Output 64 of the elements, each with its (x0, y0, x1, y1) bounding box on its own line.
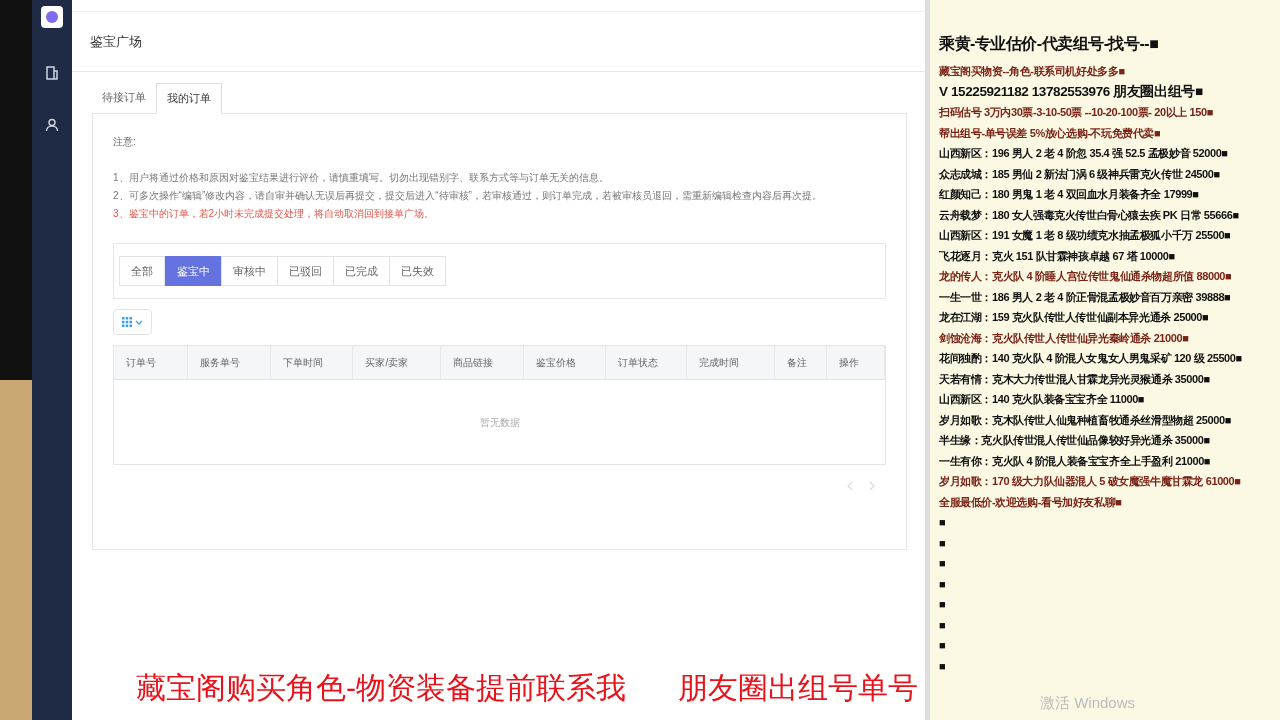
notepad-line: 剑蚀沧海：克火队传世人传世仙异光秦岭通杀 21000■ (939, 330, 1190, 346)
column-header: 服务单号 (187, 346, 271, 379)
notepad-line: 众志成城：185 男仙 2 新法门涡 6 级神兵雷克火传世 24500■ (939, 166, 1221, 182)
column-header: 订单状态 (605, 346, 688, 379)
grid-icon (122, 317, 132, 327)
notepad-line: 龙的传人：克火队 4 阶睡人宫位传世鬼仙通杀物超所值 88000■ (939, 269, 1233, 284)
os-notice: 激活 Windows (1040, 693, 1136, 713)
building-icon[interactable] (45, 66, 59, 80)
notepad-line: V 15225921182 13782553976 朋友圈出组号■ (939, 82, 1204, 101)
column-header: 操作 (827, 346, 885, 379)
column-header: 买家/卖家 (353, 346, 442, 379)
user-icon[interactable] (45, 118, 59, 132)
notice-heading: 注意: (113, 135, 137, 149)
column-header: 备注 (775, 346, 828, 379)
column-header: 订单号 (114, 346, 188, 379)
notepad-line: ■ (939, 576, 947, 592)
notepad-line: 红颜知己：180 男鬼 1 老 4 双回血水月装备齐全 17999■ (939, 187, 1200, 202)
notepad-line: 山西新区：140 克火队装备宝宝齐全 11000■ (939, 392, 1146, 407)
empty-text: 暂无数据 (479, 415, 520, 430)
column-header: 鉴宝价格 (523, 346, 606, 379)
tab[interactable]: 我的订单 (156, 83, 222, 114)
notepad-line: ■ (939, 556, 947, 571)
page-title: 鉴宝广场 (90, 32, 142, 51)
caption-text: 朋友圈出组号单号 (678, 670, 918, 706)
notepad-line: ■ (939, 535, 947, 551)
filter-button[interactable]: 已失效 (389, 256, 446, 286)
notepad-line: 天若有情：克木大力传世混人甘霖龙异光灵猴通杀 35000■ (939, 371, 1211, 387)
notice-text: 2、可多次操作“编辑”修改内容，请自审并确认无误后再提交，提交后进入“待审核”，若审核通过，则订单完成，若被审核员退回，需重新编辑检查内容后再次提。 (113, 189, 823, 203)
filter-button[interactable]: 审核中 (221, 256, 278, 286)
notepad-line: 岁月如歌：170 级大力队仙器混人 5 破女魔强牛魔甘霖龙 61000■ (939, 474, 1242, 489)
filter-button[interactable]: 鉴宝中 (165, 256, 222, 286)
notepad-line: 半生缘：克火队传世混人传世仙品像较好异光通杀 35000■ (939, 433, 1211, 448)
notepad-line: 飞花逐月：克火 151 队甘霖神孩卓越 67 塔 10000■ (939, 248, 1176, 264)
logo-icon (41, 6, 63, 28)
notepad-line: ■ (939, 658, 947, 674)
notepad-line: 一生一世：186 男人 2 老 4 阶正骨混孟极妙音百万亲密 39888■ (939, 289, 1232, 305)
column-header: 商品链接 (441, 346, 524, 379)
notepad-line: 扫码估号 3万内30票-3-10-50票 --10-20-100票- 20以上 150■ (939, 105, 1214, 120)
notepad-line: 龙在江湖：159 克火队传世人传世仙副本异光通杀 25000■ (939, 310, 1210, 325)
tab[interactable]: 待接订单 (92, 82, 156, 113)
filter-button[interactable]: 已完成 (333, 256, 390, 286)
notepad-line: ■ (939, 617, 947, 633)
notepad-line: ■ (939, 638, 947, 653)
notepad-line: 山西新区：191 女魔 1 老 8 级功绩克水抽孟极狐小千万 25500■ (939, 228, 1232, 243)
notepad-line: 云舟载梦：180 女人强毒克火传世白骨心猿去疾 PK 日常 55666■ (939, 207, 1240, 223)
notepad-line: ■ (939, 515, 947, 530)
notepad-line: 帮出组号-单号误差 5%放心选购-不玩免费代卖■ (939, 125, 1162, 141)
notepad-line: 全服最低价-欢迎选购-看号加好友私聊■ (939, 494, 1123, 510)
notepad-line: 岁月如歌：克木队传世人仙鬼种植畜牧通杀丝滑型物超 25000■ (939, 412, 1232, 428)
notepad-line: 一生有你：克火队 4 阶混人装备宝宝齐全上手盈利 21000■ (939, 453, 1212, 469)
notice-text: 1、用户将通过价格和原因对鉴宝结果进行评价，请慎重填写。切勿出现错别字、联系方式等与订单无关的信息。 (113, 171, 610, 185)
notepad-title: 乘黄-专业估价-代卖组号-找号--■ (939, 34, 1160, 54)
notepad-line: 山西新区：196 男人 2 老 4 阶忽 35.4 强 52.5 孟极妙音 52000■ (939, 146, 1229, 161)
notepad-line: 花间独酌：140 克火队 4 阶混人女鬼女人男鬼采矿 120 级 25500■ (939, 351, 1243, 366)
caption-text: 藏宝阁购买角色-物资装备提前联系我 (136, 670, 626, 706)
filter-button[interactable]: 已驳回 (277, 256, 334, 286)
notice-text: 3、鉴宝中的订单，若2小时未完成提交处理，将自动取消回到接单广场。 (113, 207, 436, 221)
column-header: 下单时间 (270, 346, 354, 379)
column-toggle-button[interactable] (113, 309, 152, 335)
chevron-down-icon (135, 319, 143, 325)
filter-button[interactable]: 全部 (119, 256, 165, 286)
notepad-line: ■ (939, 597, 947, 612)
column-header: 完成时间 (687, 346, 776, 379)
notepad-line: 藏宝阁买物资--角色-联系司机好处多多■ (939, 64, 1126, 79)
